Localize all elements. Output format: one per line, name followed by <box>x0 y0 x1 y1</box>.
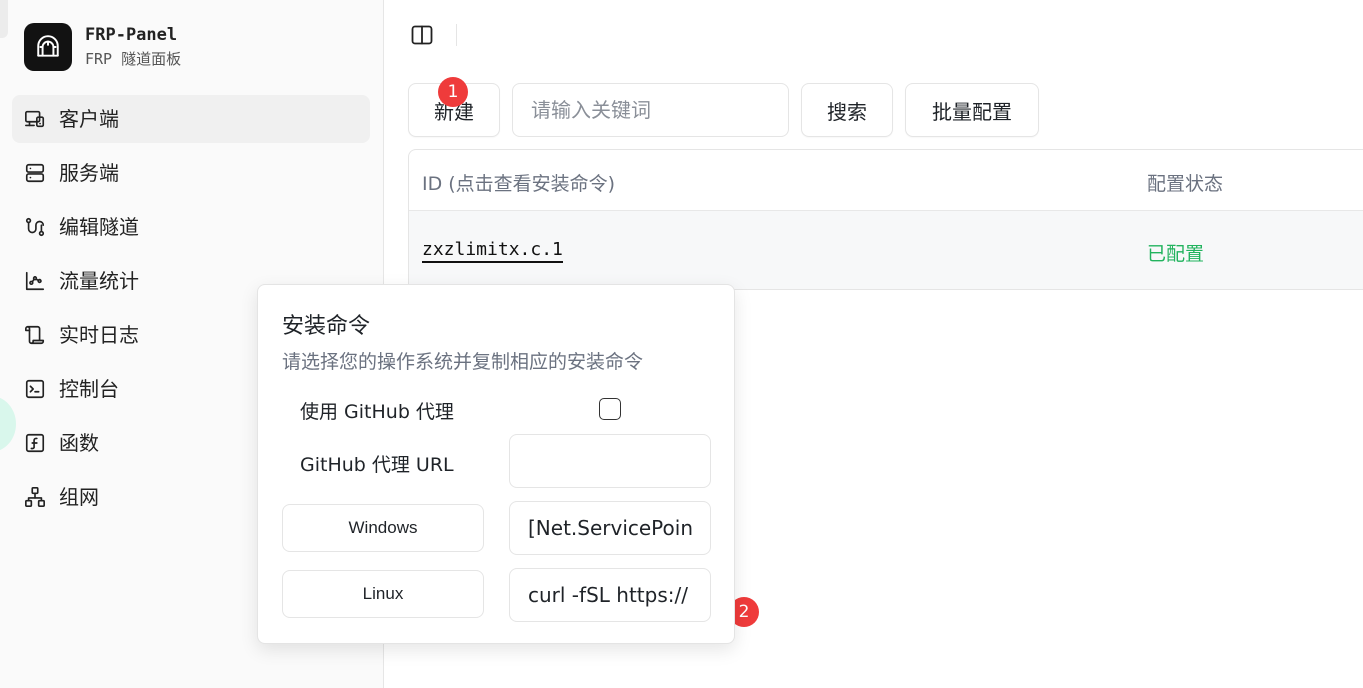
sidebar-item-label: 函数 <box>59 431 99 455</box>
search-input[interactable] <box>512 83 789 137</box>
sidebar-item-label: 编辑隧道 <box>59 215 139 239</box>
linux-command-field[interactable] <box>509 568 711 622</box>
windows-command-field[interactable] <box>509 501 711 555</box>
tunnel-logo-icon <box>24 23 72 71</box>
popover-description: 请选择您的操作系统并复制相应的安装命令 <box>282 351 644 373</box>
brand-title: FRP-Panel <box>85 25 178 45</box>
step-badge-1: 1 <box>438 77 468 107</box>
github-proxy-url-input[interactable] <box>509 434 711 488</box>
sidebar-item-label: 控制台 <box>59 377 119 401</box>
sidebar-item-label: 组网 <box>59 485 99 509</box>
github-proxy-label: 使用 GitHub 代理 <box>300 401 454 423</box>
sidebar-item-server[interactable]: 服务端 <box>12 149 370 197</box>
panel-left-icon <box>411 25 433 45</box>
github-proxy-checkbox[interactable] <box>599 398 621 420</box>
sidebar-item-label: 客户端 <box>59 107 119 131</box>
scroll-log-icon <box>25 325 45 345</box>
brand[interactable]: FRP-Panel FRP 隧道面板 <box>24 23 181 71</box>
brand-subtitle: FRP 隧道面板 <box>85 50 182 68</box>
popover-title: 安装命令 <box>282 314 371 339</box>
install-command-popover: 安装命令 请选择您的操作系统并复制相应的安装命令 使用 GitHub 代理 Gi… <box>257 284 735 644</box>
windows-copy-button[interactable]: Windows <box>282 504 484 552</box>
sidebar-item-client[interactable]: 客户端 <box>12 95 370 143</box>
chart-icon <box>25 271 45 291</box>
search-button[interactable]: 搜索 <box>801 83 893 137</box>
github-proxy-url-label: GitHub 代理 URL <box>300 454 454 476</box>
table-row: zxzlimitx.c.1 已配置 <box>409 211 1363 289</box>
linux-copy-button[interactable]: Linux <box>282 570 484 618</box>
status-badge: 已配置 <box>1147 243 1205 265</box>
client-table: ID (点击查看安装命令) 配置状态 zxzlimitx.c.1 已配置 <box>408 149 1363 290</box>
sidebar-item-label: 流量统计 <box>59 269 139 293</box>
network-icon <box>25 487 45 507</box>
toolbar-divider <box>456 24 457 46</box>
sidebar-item-edit-tunnel[interactable]: 编辑隧道 <box>12 203 370 251</box>
sidebar-toggle-button[interactable] <box>408 22 436 48</box>
client-id-link[interactable]: zxzlimitx.c.1 <box>422 239 563 263</box>
tunnel-route-icon <box>25 217 45 237</box>
function-icon <box>25 433 45 453</box>
server-icon <box>25 163 45 183</box>
table-header: ID (点击查看安装命令) 配置状态 <box>409 150 1363 211</box>
sidebar-item-label: 服务端 <box>59 161 119 185</box>
column-header-id: ID (点击查看安装命令) <box>422 173 616 195</box>
client-devices-icon <box>25 110 45 128</box>
sidebar-item-label: 实时日志 <box>59 323 139 347</box>
batch-config-button[interactable]: 批量配置 <box>905 83 1039 137</box>
sidebar-edge-tab <box>0 0 8 38</box>
terminal-icon <box>25 379 45 399</box>
column-header-status: 配置状态 <box>1147 173 1224 195</box>
